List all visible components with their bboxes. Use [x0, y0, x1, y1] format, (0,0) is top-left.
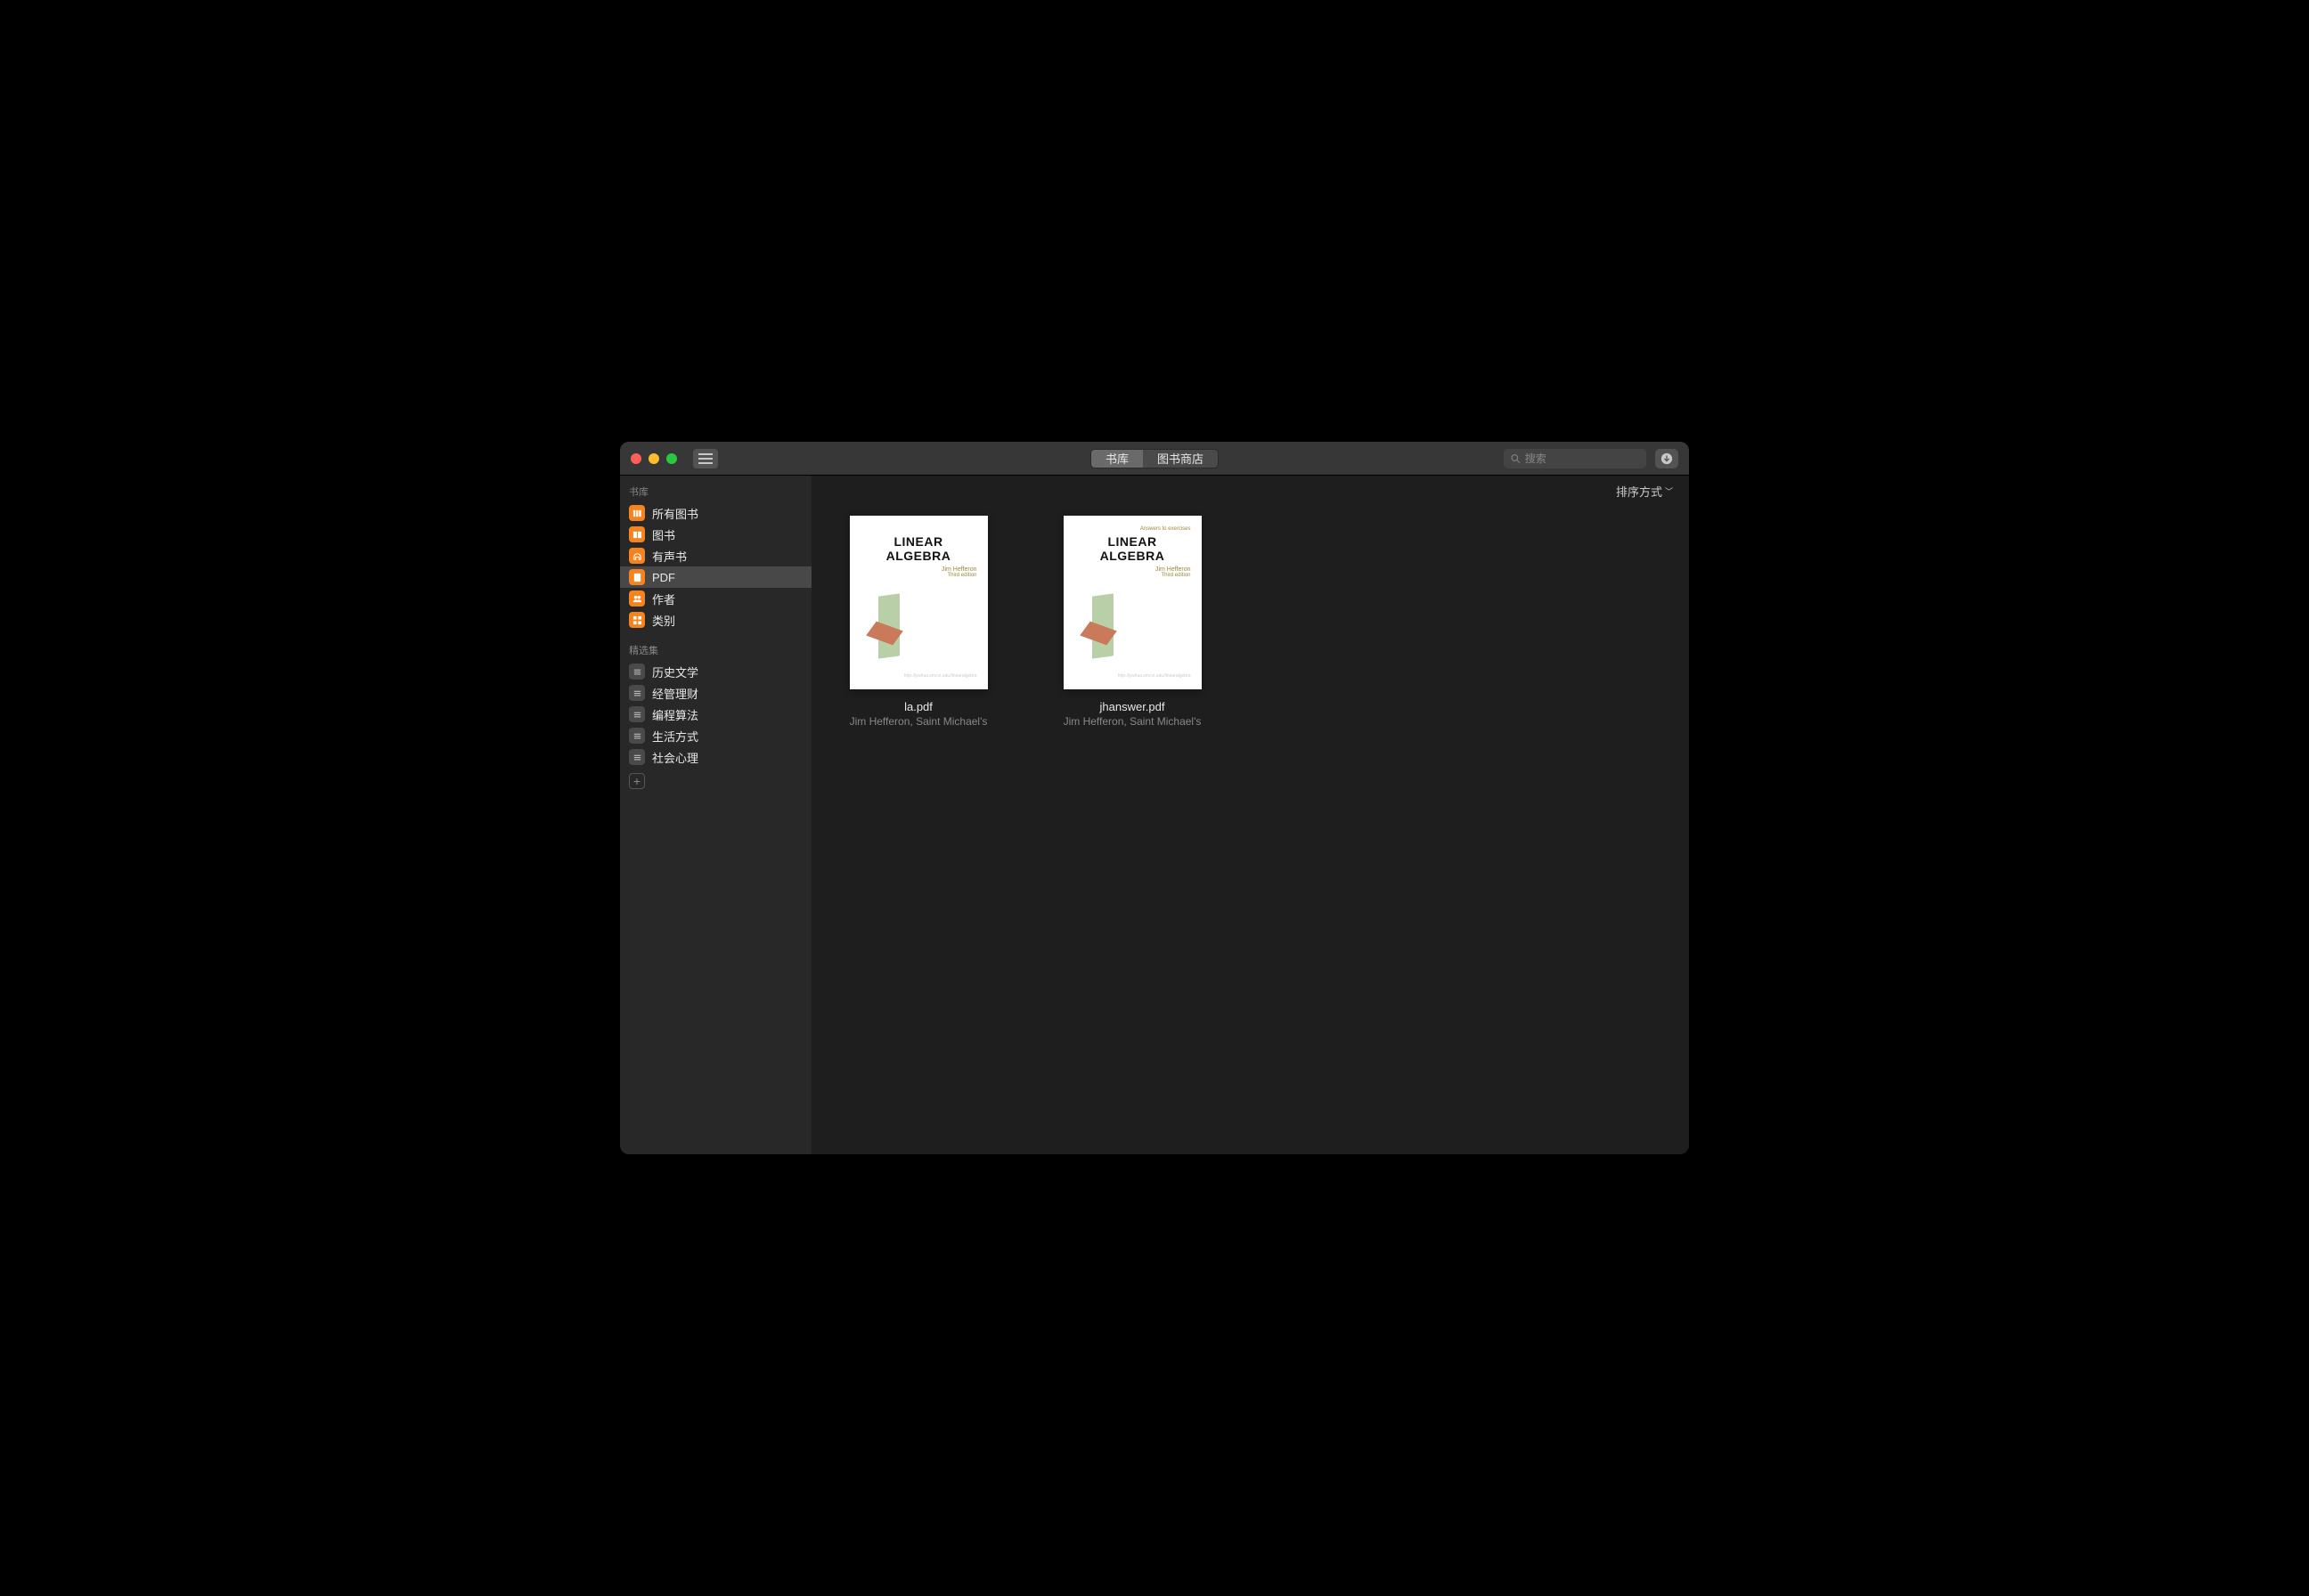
tab-library[interactable]: 书库	[1091, 450, 1143, 468]
window-body: 书库 所有图书 图书 有声书 PDF 作者	[620, 476, 1689, 1154]
collection-icon	[629, 706, 645, 722]
cover-author: Jim Hefferon	[1074, 566, 1191, 573]
titlebar: 书库 图书商店	[620, 442, 1689, 476]
category-icon	[629, 612, 645, 628]
sidebar-item-label: 编程算法	[652, 706, 698, 723]
add-collection-button[interactable]: +	[629, 773, 645, 789]
sort-label: 排序方式	[1616, 483, 1662, 500]
book-filename: jhanswer.pdf	[1100, 700, 1165, 713]
tab-bookstore[interactable]: 图书商店	[1143, 450, 1218, 468]
cover-title: LINEAR ALGEBRA	[861, 534, 977, 563]
view-segmented-control: 书库 图书商店	[1090, 449, 1219, 468]
collection-icon	[629, 664, 645, 680]
content-area: 排序方式 ﹀ LINEAR ALGEBRA Jim Hefferon Third…	[812, 476, 1689, 1154]
book-author: Jim Hefferon, Saint Michael's	[850, 715, 988, 728]
books-icon	[629, 505, 645, 521]
sidebar-item-audiobooks[interactable]: 有声书	[620, 545, 812, 566]
cover-author: Jim Hefferon	[861, 566, 977, 573]
book-icon	[629, 526, 645, 542]
sidebar-item-label: 作者	[652, 590, 675, 607]
sidebar-item-label: 社会心理	[652, 749, 698, 766]
book-item: LINEAR ALGEBRA Jim Hefferon Third editio…	[838, 516, 999, 728]
cover-title: LINEAR ALGEBRA	[1074, 534, 1191, 563]
pdf-icon	[629, 569, 645, 585]
sidebar-collection-item[interactable]: 社会心理	[620, 746, 812, 768]
downloads-button[interactable]	[1655, 449, 1678, 468]
app-window: 书库 图书商店 书库 所有图书 图书	[620, 442, 1689, 1154]
collection-icon	[629, 685, 645, 701]
collection-icon	[629, 749, 645, 765]
traffic-lights	[631, 453, 677, 464]
list-icon	[698, 453, 713, 464]
sidebar-item-label: 有声书	[652, 548, 687, 565]
sidebar-item-books[interactable]: 图书	[620, 524, 812, 545]
book-grid: LINEAR ALGEBRA Jim Hefferon Third editio…	[812, 507, 1689, 737]
search-icon	[1511, 453, 1521, 464]
sidebar-item-all-books[interactable]: 所有图书	[620, 502, 812, 524]
sort-button[interactable]: 排序方式 ﹀	[1616, 483, 1673, 500]
sidebar-item-authors[interactable]: 作者	[620, 588, 812, 609]
sidebar-collection-item[interactable]: 编程算法	[620, 704, 812, 725]
headphones-icon	[629, 548, 645, 564]
download-icon	[1660, 452, 1673, 465]
content-header: 排序方式 ﹀	[812, 476, 1689, 507]
chevron-down-icon: ﹀	[1665, 485, 1673, 497]
sidebar: 书库 所有图书 图书 有声书 PDF 作者	[620, 476, 812, 1154]
cover-footer: http://joshua.smcvt.edu/linearalgebra	[861, 673, 977, 679]
person-icon	[629, 590, 645, 607]
book-cover[interactable]: Answers to exercises LINEAR ALGEBRA Jim …	[1064, 516, 1202, 689]
search-input[interactable]	[1525, 452, 1639, 465]
sidebar-item-label: PDF	[652, 571, 675, 584]
close-window-button[interactable]	[631, 453, 641, 464]
sidebar-heading-collections: 精选集	[620, 639, 812, 661]
book-item: Answers to exercises LINEAR ALGEBRA Jim …	[1052, 516, 1212, 728]
sidebar-collection-item[interactable]: 生活方式	[620, 725, 812, 746]
sidebar-item-label: 图书	[652, 526, 675, 543]
plus-icon: +	[633, 774, 640, 788]
collection-icon	[629, 728, 645, 744]
search-box[interactable]	[1504, 449, 1646, 468]
sidebar-collection-item[interactable]: 历史文学	[620, 661, 812, 682]
cover-graphic	[861, 578, 977, 673]
book-cover[interactable]: LINEAR ALGEBRA Jim Hefferon Third editio…	[850, 516, 988, 689]
sidebar-collection-item[interactable]: 经管理财	[620, 682, 812, 704]
book-author: Jim Hefferon, Saint Michael's	[1064, 715, 1202, 728]
fullscreen-window-button[interactable]	[666, 453, 677, 464]
sidebar-heading-library: 书库	[620, 481, 812, 502]
minimize-window-button[interactable]	[649, 453, 659, 464]
sidebar-item-label: 历史文学	[652, 664, 698, 680]
sidebar-item-label: 类别	[652, 612, 675, 629]
sidebar-item-label: 生活方式	[652, 728, 698, 745]
cover-graphic	[1074, 578, 1191, 673]
sidebar-item-label: 所有图书	[652, 505, 698, 522]
titlebar-right	[1504, 449, 1678, 468]
sidebar-toggle-button[interactable]	[693, 449, 718, 468]
sidebar-item-label: 经管理财	[652, 685, 698, 702]
cover-footer: http://joshua.smcvt.edu/linearalgebra	[1074, 673, 1191, 679]
cover-subtitle: Answers to exercises	[1074, 526, 1191, 533]
sidebar-item-categories[interactable]: 类别	[620, 609, 812, 631]
sidebar-item-pdf[interactable]: PDF	[620, 566, 812, 588]
cover-subtitle	[861, 526, 977, 533]
book-filename: la.pdf	[904, 700, 933, 713]
